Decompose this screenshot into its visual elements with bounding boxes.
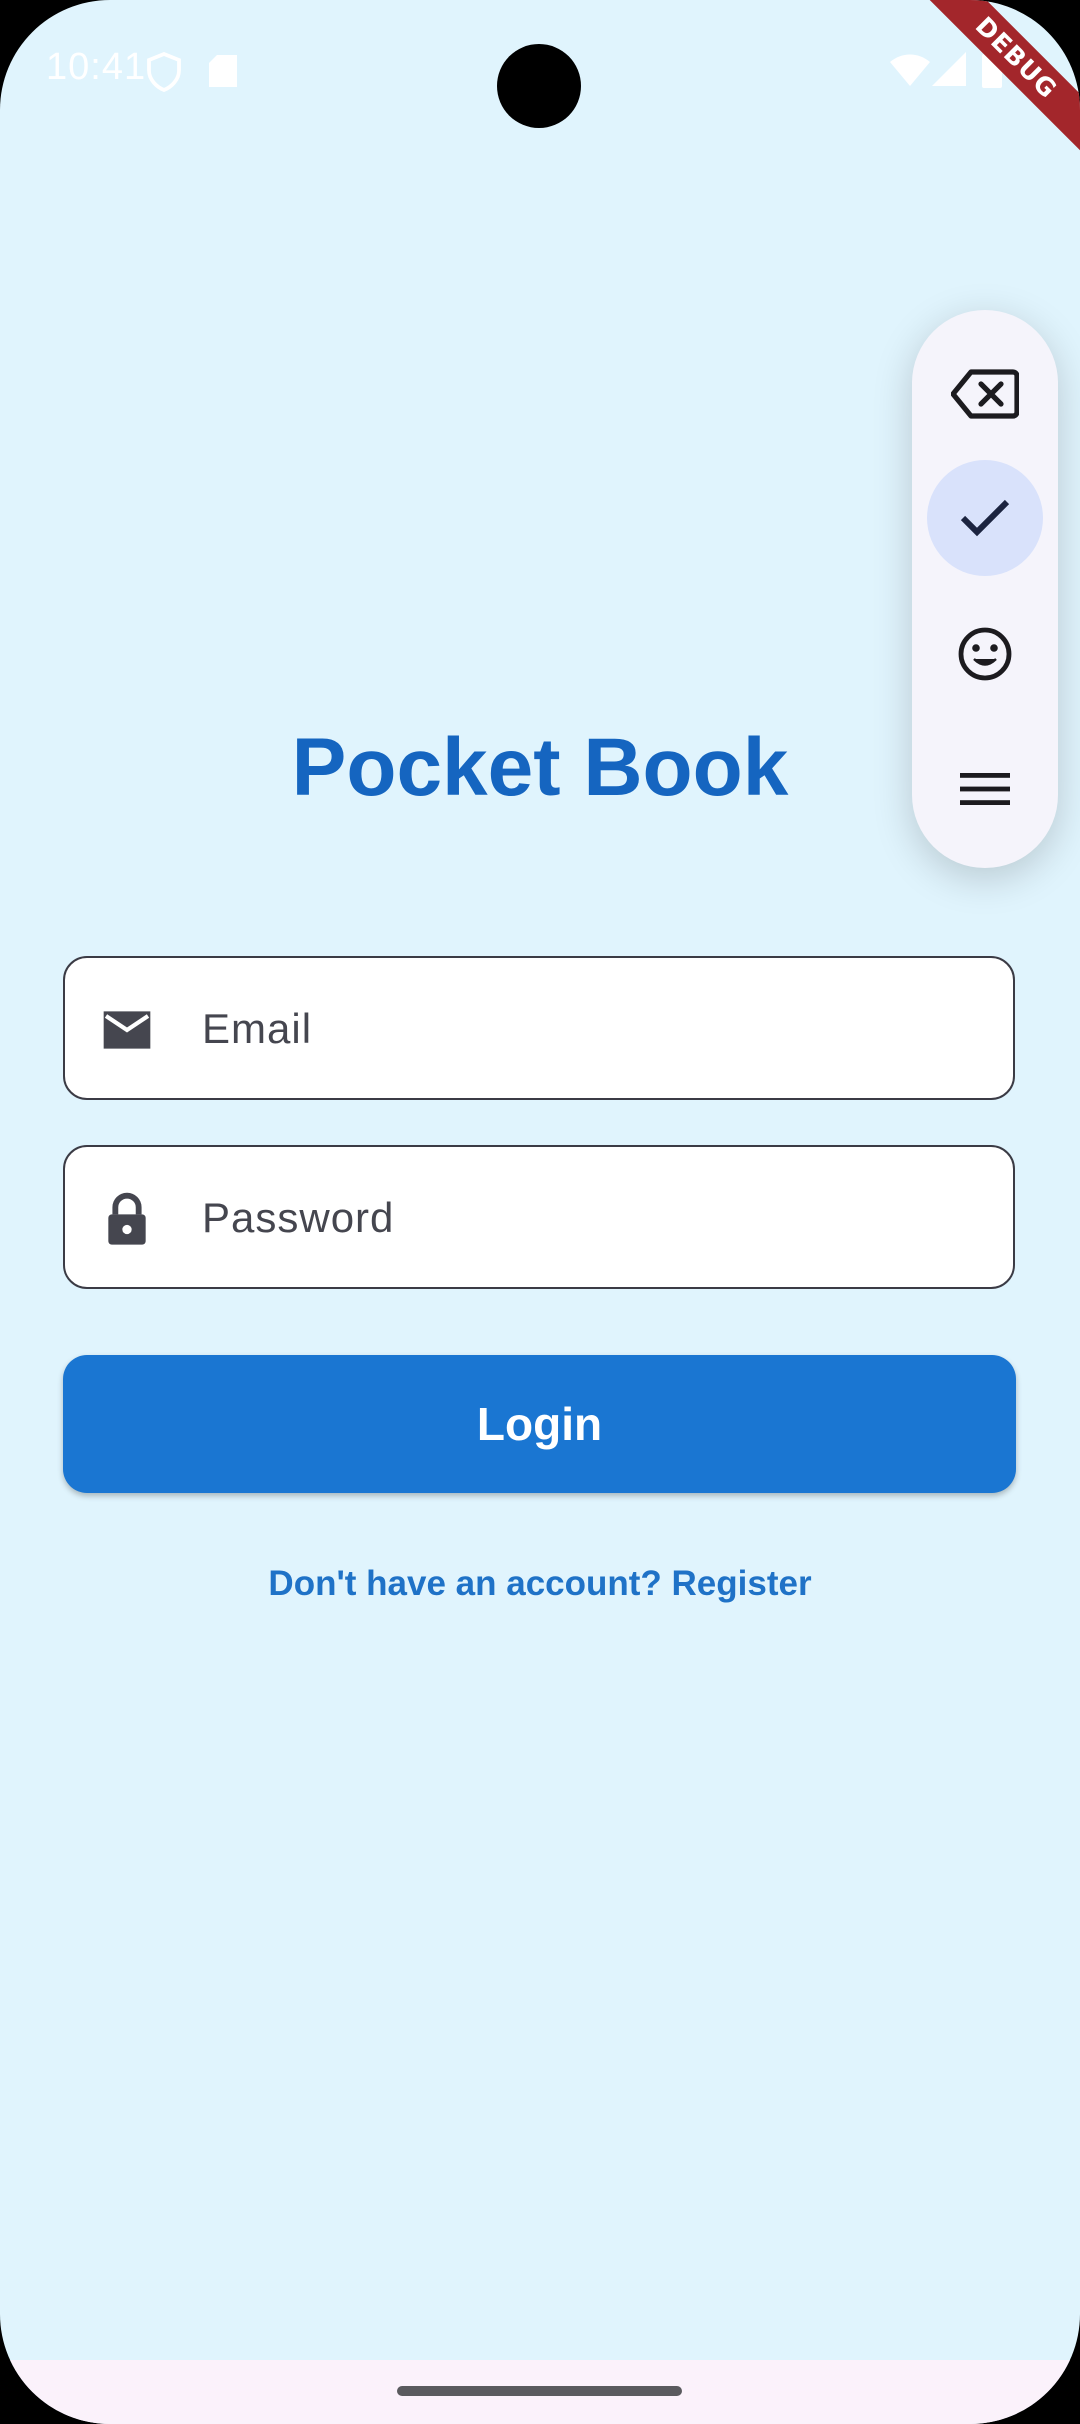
emoji-button[interactable] <box>927 596 1043 712</box>
app-title: Pocket Book <box>291 722 789 813</box>
password-field[interactable] <box>63 1145 1015 1289</box>
backspace-button[interactable] <box>927 336 1043 452</box>
app-screen: 10:41 DEBUG Pocket Book Email Login Don'… <box>0 0 1080 2424</box>
home-indicator[interactable] <box>397 2386 682 2396</box>
smiley-icon <box>958 627 1012 681</box>
debug-banner: DEBUG <box>920 0 1080 160</box>
mail-icon <box>103 1011 151 1049</box>
register-link[interactable]: Don't have an account? Register <box>0 1564 1080 1604</box>
check-icon <box>960 499 1010 537</box>
backspace-icon <box>951 369 1019 419</box>
password-input[interactable] <box>200 1147 984 1289</box>
lock-icon <box>108 1192 146 1245</box>
status-time: 10:41 <box>46 46 147 88</box>
debug-banner-label: DEBUG <box>920 0 1080 157</box>
email-field[interactable] <box>63 956 1015 1100</box>
sd-card-icon <box>209 55 237 92</box>
email-input[interactable] <box>200 958 984 1100</box>
shield-icon <box>146 51 182 97</box>
login-button[interactable]: Login <box>63 1355 1016 1493</box>
confirm-button[interactable] <box>927 460 1043 576</box>
camera-cutout <box>497 44 581 128</box>
